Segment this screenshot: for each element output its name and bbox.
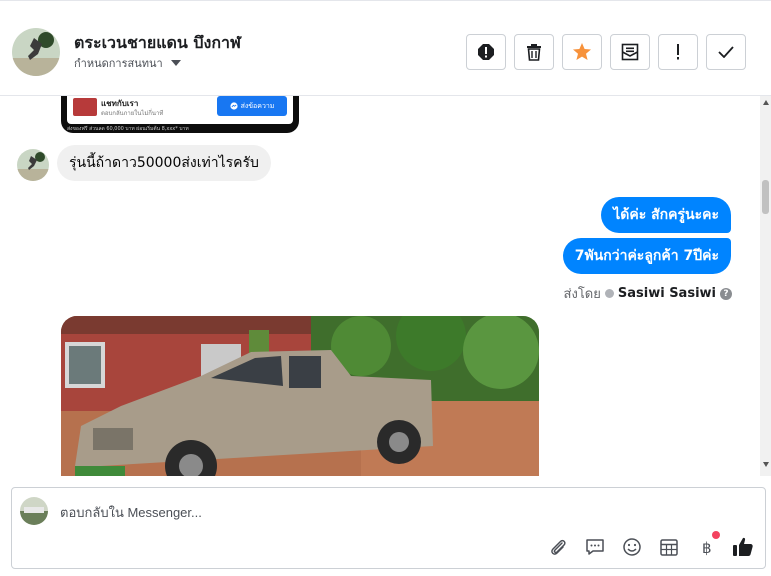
attach-button[interactable] xyxy=(546,535,570,559)
star-icon xyxy=(573,43,591,60)
caret-down-icon xyxy=(170,60,181,66)
ad-thumbnail xyxy=(73,98,97,116)
sent-by-info: ส่งโดย Sasiwi Sasiwi ? xyxy=(564,283,732,304)
attach-icon xyxy=(551,539,566,555)
like-icon xyxy=(733,537,753,556)
reply-input[interactable] xyxy=(60,502,560,522)
conversation-header: ตระเวนชายแดน บึงกาฬ กำหนดการสนทนา xyxy=(0,0,771,96)
outgoing-message[interactable]: ได้ค่ะ สักครู่นะคะ xyxy=(601,197,731,233)
saved-replies-button[interactable] xyxy=(583,535,607,559)
mark-unread-icon xyxy=(621,43,639,61)
check-icon xyxy=(718,46,734,58)
outgoing-message[interactable]: 7พันกว่าค่ะลูกค้า 7ปีค่ะ xyxy=(562,238,731,274)
messenger-icon xyxy=(229,102,238,110)
svg-text:฿: ฿ xyxy=(702,539,712,557)
payment-icon: ฿ xyxy=(702,539,712,557)
conversation-actions xyxy=(466,34,746,70)
messenger-inbox: ตระเวนชายแดน บึงกาฬ กำหนดการสนทนา แชทกับ… xyxy=(0,0,771,576)
appointment-icon xyxy=(660,539,678,556)
scroll-down-arrow-icon[interactable] xyxy=(763,462,769,467)
mark-spam-button[interactable] xyxy=(466,34,506,70)
ad-preview-body: แชทกับเรา ตอบกลับภายในไม่กี่นาที ส่งข้อค… xyxy=(67,96,293,124)
page-name[interactable]: ตระเวนชายแดน บึงกาฬ xyxy=(74,31,241,56)
customer-avatar[interactable] xyxy=(17,149,49,181)
alert-circle-icon xyxy=(478,44,494,60)
notification-dot xyxy=(712,531,720,539)
page-avatar-small xyxy=(20,497,48,525)
page-avatar[interactable] xyxy=(12,28,60,76)
scrollbar-thumb[interactable] xyxy=(762,180,769,214)
schedule-label: กำหนดการสนทนา xyxy=(74,57,163,70)
emoji-button[interactable] xyxy=(620,535,644,559)
sent-by-label: ส่งโดย xyxy=(563,287,601,302)
conversation-schedule-dropdown[interactable]: กำหนดการสนทนา xyxy=(74,54,181,72)
thread-scrollbar[interactable] xyxy=(760,96,771,476)
incoming-message[interactable]: รุ่นนี้ถ้าดาว50000ส่งเท่าไรครับ xyxy=(57,145,271,181)
emoji-icon xyxy=(623,538,641,556)
saved-replies-icon xyxy=(586,539,604,555)
exclamation-icon xyxy=(677,44,679,60)
delete-button[interactable] xyxy=(514,34,554,70)
mark-done-button[interactable] xyxy=(706,34,746,70)
shared-photo[interactable] xyxy=(61,316,539,476)
mark-unread-button[interactable] xyxy=(610,34,650,70)
follow-up-button[interactable] xyxy=(658,34,698,70)
ad-footer-text: ส่งของฟรี ส่วนลด 60,000 บาท ผ่อนเริ่มต้น… xyxy=(67,126,189,132)
help-icon[interactable]: ? xyxy=(720,287,732,300)
ad-preview-card[interactable]: แชทกับเรา ตอบกลับภายในไม่กี่นาที ส่งข้อค… xyxy=(61,96,299,133)
ad-send-message-label: ส่งข้อความ xyxy=(240,101,275,110)
composer-toolbar: ฿ xyxy=(546,531,755,559)
payment-button[interactable]: ฿ xyxy=(694,531,720,559)
appointment-button[interactable] xyxy=(657,535,681,559)
verified-dot-icon xyxy=(604,289,614,298)
scroll-up-arrow-icon[interactable] xyxy=(763,100,769,105)
sender-name[interactable]: Sasiwi Sasiwi xyxy=(618,286,716,301)
ad-description: ตอบกลับภายในไม่กี่นาที xyxy=(101,110,164,117)
like-button[interactable] xyxy=(731,535,755,559)
reply-composer: ฿ xyxy=(11,487,766,569)
ad-send-message-button[interactable]: ส่งข้อความ xyxy=(217,96,287,116)
star-button[interactable] xyxy=(562,34,602,70)
trash-icon xyxy=(527,44,541,61)
